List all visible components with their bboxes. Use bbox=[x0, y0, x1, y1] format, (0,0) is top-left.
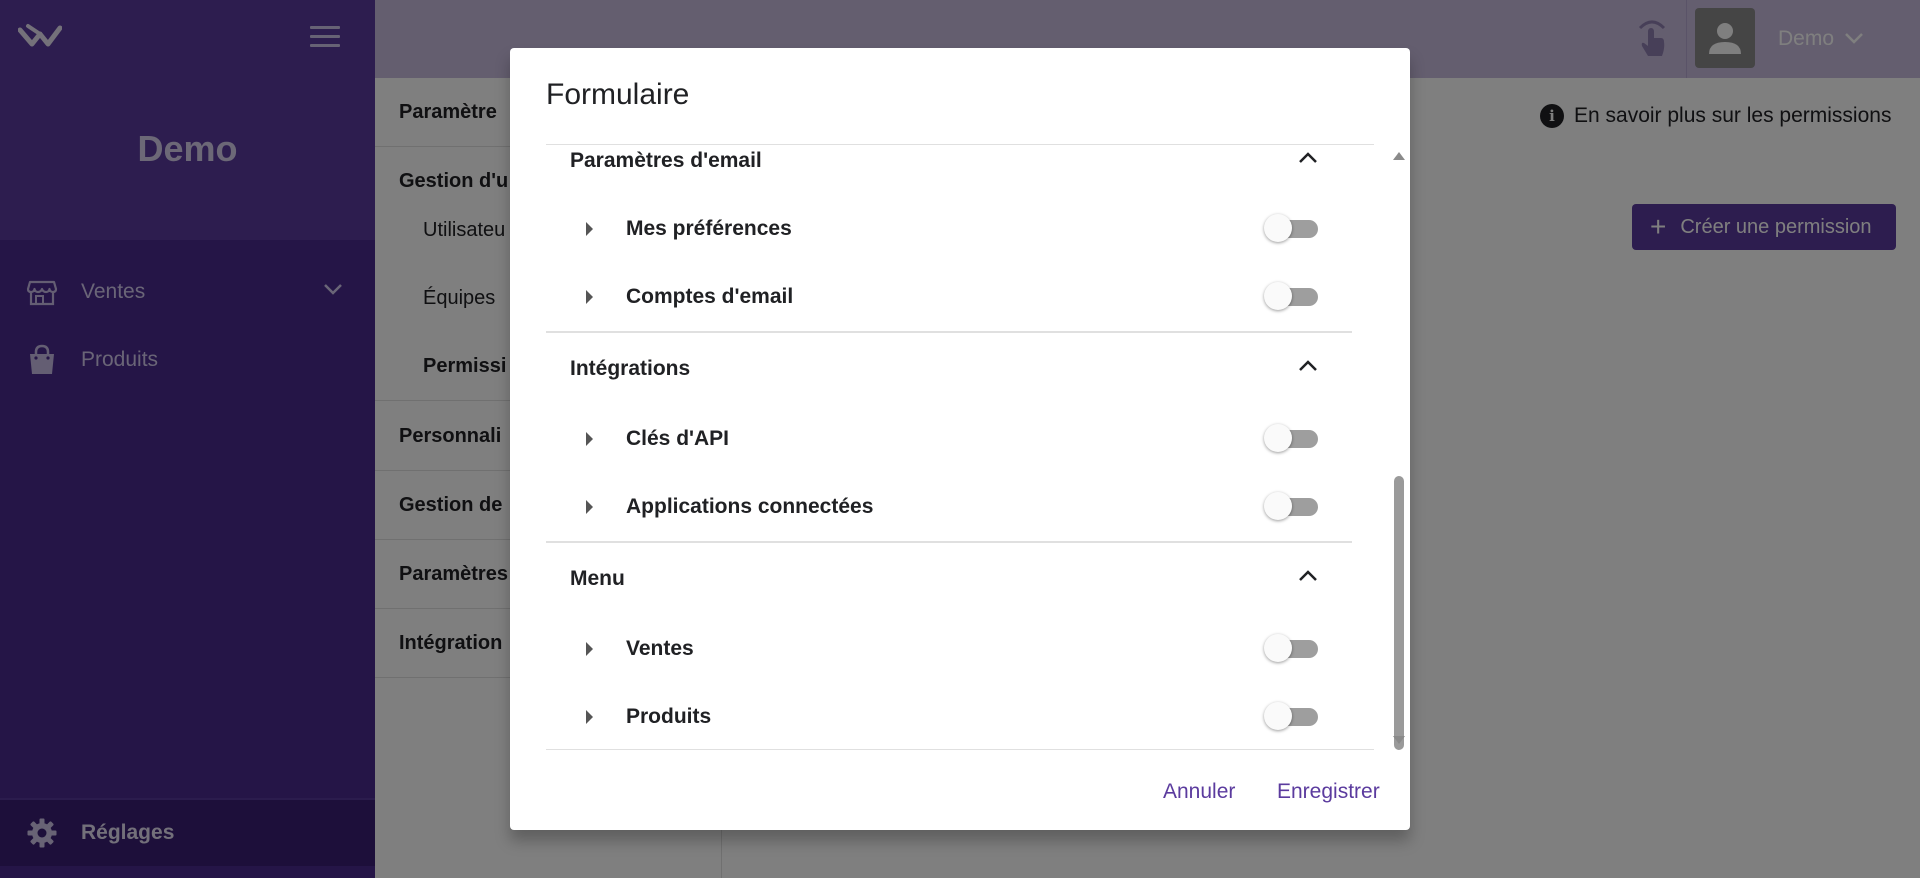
expand-caret-icon[interactable] bbox=[586, 710, 593, 724]
scroll-up-arrow-icon[interactable] bbox=[1393, 152, 1405, 160]
chevron-up-icon[interactable] bbox=[1298, 151, 1318, 165]
permission-label: Ventes bbox=[626, 637, 694, 660]
permission-toggle[interactable] bbox=[1264, 282, 1320, 310]
scroll-down-arrow-icon[interactable] bbox=[1393, 736, 1405, 744]
permission-label: Produits bbox=[626, 705, 712, 728]
group-title: Paramètres d'email bbox=[570, 149, 762, 172]
expand-caret-icon[interactable] bbox=[586, 290, 593, 304]
cancel-button[interactable]: Annuler bbox=[1163, 780, 1235, 804]
form-dialog: Formulaire Paramètres d'email Mes préfér… bbox=[510, 48, 1410, 830]
permission-label: Applications connectées bbox=[626, 495, 874, 518]
permission-group-email: Paramètres d'email Mes préférences Compt… bbox=[546, 145, 1352, 333]
permission-group-menu: Menu Ventes Produits bbox=[546, 543, 1352, 749]
chevron-up-icon[interactable] bbox=[1298, 569, 1318, 583]
permission-toggle[interactable] bbox=[1264, 634, 1320, 662]
permission-row: Ventes bbox=[546, 615, 1352, 683]
expand-caret-icon[interactable] bbox=[586, 500, 593, 514]
permission-toggle[interactable] bbox=[1264, 702, 1320, 730]
dialog-title: Formulaire bbox=[546, 78, 690, 111]
permission-row: Applications connectées bbox=[546, 473, 1352, 541]
dialog-scrollbar[interactable] bbox=[1392, 148, 1406, 750]
permission-toggle[interactable] bbox=[1264, 492, 1320, 520]
expand-caret-icon[interactable] bbox=[586, 432, 593, 446]
permission-row: Clés d'API bbox=[546, 405, 1352, 473]
permission-label: Clés d'API bbox=[626, 427, 730, 450]
expand-caret-icon[interactable] bbox=[586, 222, 593, 236]
group-title: Intégrations bbox=[570, 357, 691, 380]
permission-toggle[interactable] bbox=[1264, 214, 1320, 242]
permission-toggle[interactable] bbox=[1264, 424, 1320, 452]
group-title: Menu bbox=[570, 567, 625, 590]
permission-row: Produits bbox=[546, 683, 1352, 749]
dialog-actions: Annuler Enregistrer bbox=[510, 750, 1410, 830]
expand-caret-icon[interactable] bbox=[586, 642, 593, 656]
permission-group-integrations: Intégrations Clés d'API Applications con… bbox=[546, 333, 1352, 543]
dialog-content: Paramètres d'email Mes préférences Compt… bbox=[546, 144, 1374, 750]
permission-label: Comptes d'email bbox=[626, 285, 794, 308]
permission-label: Mes préférences bbox=[626, 217, 792, 240]
permission-row: Comptes d'email bbox=[546, 263, 1352, 331]
save-button[interactable]: Enregistrer bbox=[1277, 780, 1380, 804]
scrollbar-thumb[interactable] bbox=[1394, 476, 1404, 750]
chevron-up-icon[interactable] bbox=[1298, 359, 1318, 373]
permission-row: Mes préférences bbox=[546, 195, 1352, 263]
